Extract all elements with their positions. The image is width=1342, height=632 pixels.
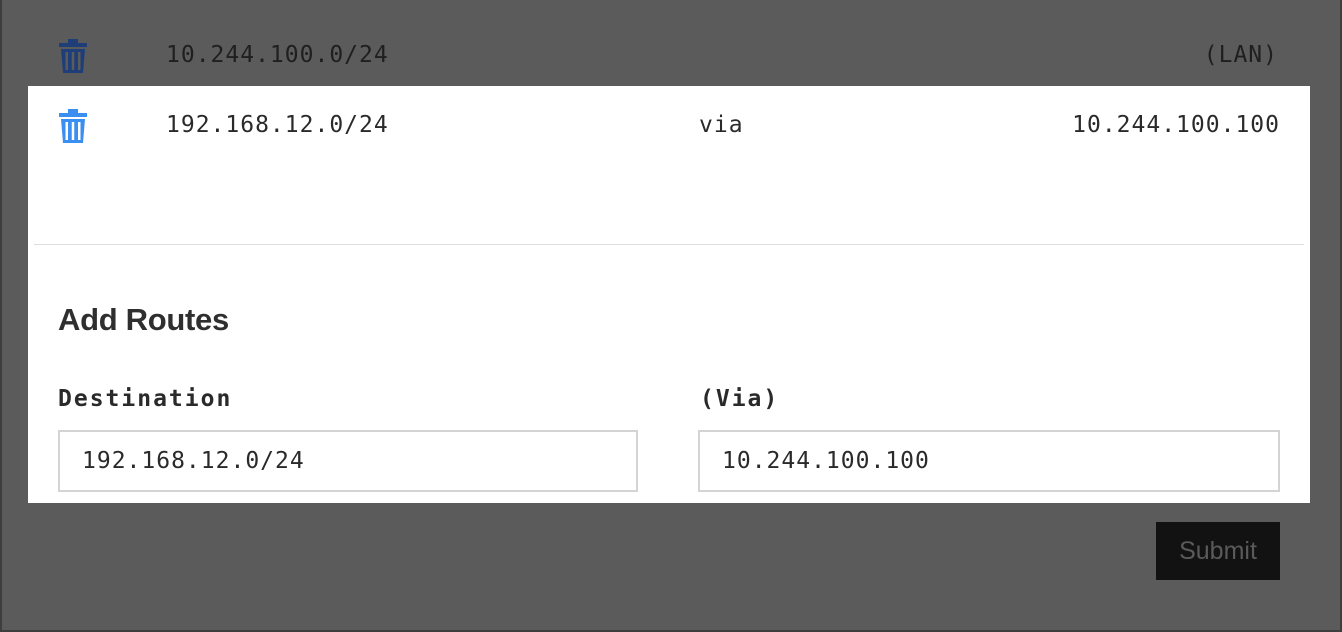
add-routes-title: Add Routes — [58, 302, 229, 337]
route-row: 10.244.100.0/24 (LAN) — [28, 20, 1310, 90]
route-row: 192.168.12.0/24 via 10.244.100.100 — [28, 86, 1310, 156]
via-label: (Via) — [700, 386, 780, 412]
route-destination: 192.168.12.0/24 — [166, 112, 389, 138]
route-destination: 10.244.100.0/24 — [166, 42, 389, 68]
submit-button[interactable]: Submit — [1156, 522, 1280, 580]
route-gateway: (LAN) — [1203, 42, 1278, 68]
trash-icon[interactable] — [58, 38, 88, 74]
route-via-label: via — [699, 112, 744, 138]
trash-icon[interactable] — [58, 108, 88, 144]
route-gateway: 10.244.100.100 — [1072, 112, 1280, 138]
routes-panel: 192.168.12.0/24 via 10.244.100.100 Add R… — [28, 86, 1310, 503]
destination-input[interactable] — [58, 430, 638, 492]
destination-label: Destination — [58, 386, 233, 412]
divider — [34, 244, 1304, 245]
via-input[interactable] — [698, 430, 1280, 492]
